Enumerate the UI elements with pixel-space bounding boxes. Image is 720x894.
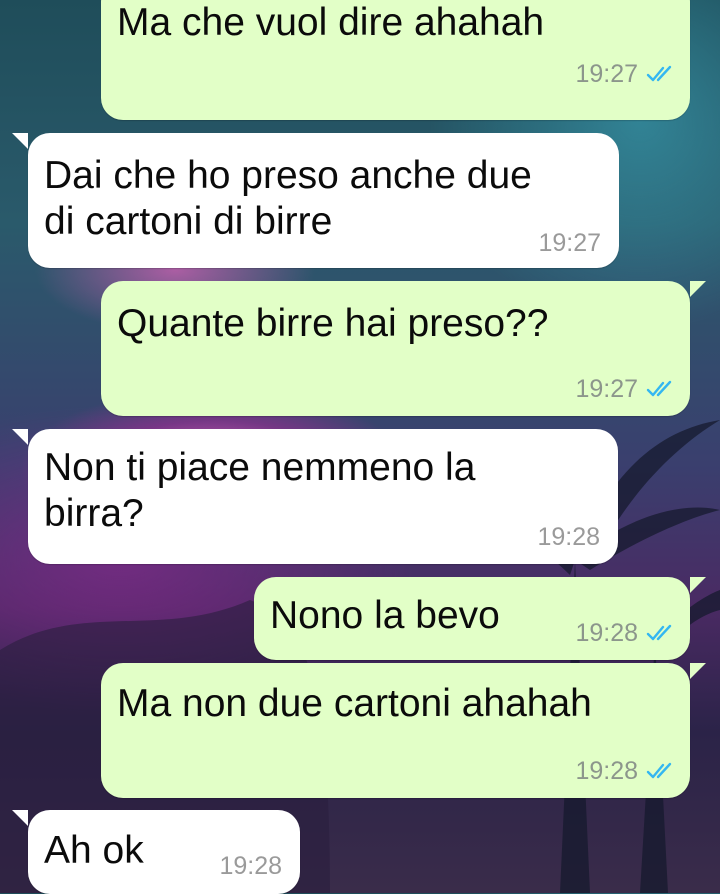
message-text: Nono la bevo	[270, 594, 500, 637]
message-text: Non ti piace nemmeno la birra?	[44, 446, 476, 535]
message-text: Ah ok	[44, 829, 144, 872]
double-check-read-icon	[646, 65, 672, 82]
message-meta: 19:27	[538, 229, 601, 257]
double-check-read-icon	[646, 380, 672, 397]
message-timestamp: 19:27	[575, 375, 638, 403]
message-timestamp: 19:28	[219, 852, 282, 880]
message-timestamp: 19:28	[575, 757, 638, 785]
message-text: Ma che vuol dire ahahah	[117, 1, 545, 44]
message-bubble-incoming[interactable]: Ah ok 19:28	[12, 810, 300, 894]
message-bubble-outgoing[interactable]: Quante birre hai preso?? 19:27	[101, 281, 706, 416]
message-meta: 19:27	[575, 375, 676, 403]
double-check-read-icon	[646, 762, 672, 779]
message-meta: 19:28	[537, 523, 600, 551]
message-timestamp: 19:28	[537, 523, 600, 551]
message-timestamp: 19:27	[575, 60, 638, 88]
double-check-read-icon	[646, 624, 672, 641]
message-bubble-incoming[interactable]: Dai che ho preso anche due di cartoni di…	[12, 133, 619, 268]
message-bubble-outgoing[interactable]: Nono la bevo 19:28	[254, 577, 706, 660]
message-meta: 19:28	[575, 757, 676, 785]
message-text: Quante birre hai preso??	[117, 302, 549, 345]
message-text: Dai che ho preso anche due di cartoni di…	[44, 154, 532, 243]
message-meta: 19:28	[575, 619, 676, 647]
message-text: Ma non due cartoni ahahah	[117, 682, 592, 725]
message-meta: 19:27	[575, 60, 676, 88]
message-timestamp: 19:27	[538, 229, 601, 257]
message-timestamp: 19:28	[575, 619, 638, 647]
message-bubble-outgoing[interactable]: Ma non due cartoni ahahah 19:28	[101, 663, 706, 798]
message-meta: 19:28	[219, 852, 282, 880]
message-bubble-incoming[interactable]: Non ti piace nemmeno la birra? 19:28	[12, 429, 618, 564]
message-bubble-outgoing[interactable]: Ma che vuol dire ahahah 19:27	[101, 0, 690, 120]
